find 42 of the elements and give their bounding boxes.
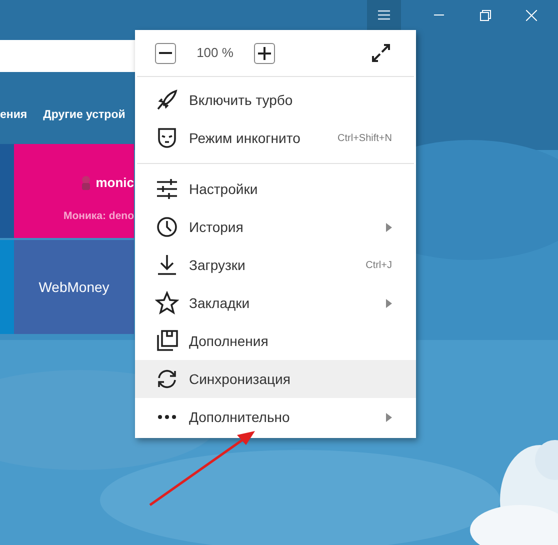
- site-tile[interactable]: WebMoney: [14, 240, 134, 334]
- zoom-in-button[interactable]: [254, 42, 275, 64]
- tile[interactable]: [0, 144, 14, 238]
- menu-item[interactable]: Настройки: [135, 170, 416, 208]
- zoom-level: 100 %: [196, 44, 234, 62]
- menu-item[interactable]: Дополнительно: [135, 398, 416, 436]
- menu-item[interactable]: Загрузки Ctrl+J: [135, 246, 416, 284]
- tile-title: monic: [96, 174, 134, 192]
- extensions-icon: [155, 329, 179, 353]
- tile[interactable]: [0, 240, 14, 334]
- nav-link[interactable]: Другие устрой: [43, 107, 126, 137]
- tile-subtitle: Моника: deno: [62, 208, 134, 224]
- minus-icon: [159, 52, 172, 54]
- download-icon: [155, 253, 179, 277]
- tile-title: WebMoney: [38, 278, 110, 297]
- menu-item[interactable]: Режим инкогнито Ctrl+Shift+N: [135, 119, 416, 157]
- sliders-icon: [155, 177, 179, 201]
- star-icon: [155, 291, 179, 315]
- restore-icon: [480, 10, 490, 20]
- clock-icon: [155, 215, 179, 239]
- menu-item[interactable]: Дополнения: [135, 322, 416, 360]
- site-tile[interactable]: monic Моника: deno: [14, 144, 134, 238]
- zoom-out-button[interactable]: [155, 42, 176, 64]
- shortcut-hint: Ctrl+Shift+N: [338, 132, 392, 146]
- menu-item[interactable]: История: [135, 208, 416, 246]
- nav-link[interactable]: ения: [0, 107, 28, 137]
- menu-item[interactable]: Синхронизация: [135, 360, 416, 398]
- mask-icon: [155, 126, 179, 150]
- close-icon: [526, 10, 536, 20]
- shortcut-hint: Ctrl+J: [366, 258, 392, 272]
- plus-icon: [258, 46, 271, 60]
- menu-button[interactable]: [367, 0, 401, 30]
- fullscreen-icon[interactable]: [372, 44, 390, 62]
- sync-icon: [155, 367, 179, 391]
- menu-item[interactable]: Закладки: [135, 284, 416, 322]
- more-icon: [155, 414, 179, 420]
- menu-item[interactable]: Включить турбо: [135, 81, 416, 119]
- address-field[interactable]: [0, 40, 135, 72]
- logo-icon: [80, 175, 92, 192]
- minimize-icon: [434, 14, 444, 16]
- rocket-icon: [155, 88, 179, 112]
- menu-icon: [378, 10, 390, 20]
